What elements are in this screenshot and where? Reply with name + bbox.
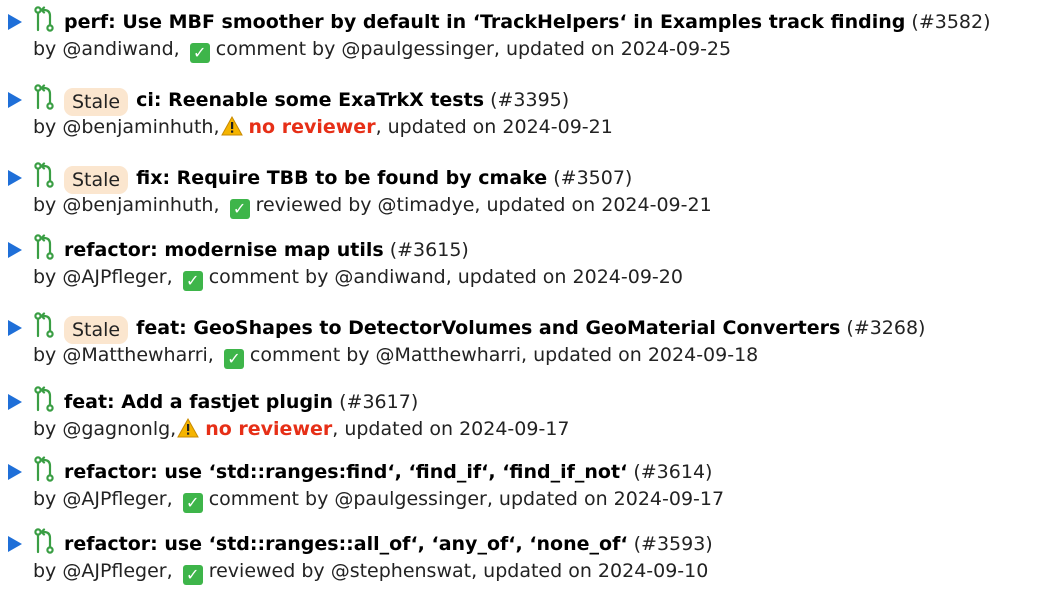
- review-status: reviewed by @timadye: [255, 194, 475, 216]
- triangle-right-icon[interactable]: [8, 318, 22, 342]
- check-mark-icon: ✓: [182, 493, 203, 513]
- triangle-right-icon[interactable]: [8, 392, 22, 416]
- pr-meta-line: by @AJPfleger, ✓ comment by @andiwand, up…: [33, 265, 683, 291]
- pull-request-icon: [34, 386, 54, 418]
- pull-request-icon: [34, 528, 54, 560]
- updated-date: , updated on 2024-09-10: [471, 560, 709, 582]
- triangle-right-icon[interactable]: [8, 534, 22, 558]
- updated-date: , updated on 2024-09-18: [521, 344, 759, 366]
- pr-number[interactable]: (#3268): [846, 317, 925, 339]
- pr-item[interactable]: refactor: use ‘std::ranges:find‘, ‘find_…: [0, 450, 1046, 522]
- triangle-right-icon[interactable]: [8, 90, 22, 114]
- triangle-right-icon[interactable]: [8, 12, 22, 36]
- check-mark-icon: ✓: [189, 43, 210, 63]
- pr-title[interactable]: ci: Reenable some ExaTrkX tests: [136, 89, 484, 111]
- stale-badge: Stale: [64, 316, 129, 344]
- pr-title-line: refactor: use ‘std::ranges:find‘, ‘find_…: [8, 456, 712, 483]
- check-mark-icon: ✓: [223, 349, 244, 369]
- pr-item[interactable]: refactor: modernise map utils (#3615) by …: [0, 228, 1046, 300]
- pr-item[interactable]: Stale ci: Reenable some ExaTrkX tests (#3…: [0, 78, 1046, 150]
- pr-meta-line: by @benjaminhuth, no reviewer, updated on…: [33, 115, 613, 139]
- pr-title-line: refactor: use ‘std::ranges::all_of‘, ‘an…: [8, 528, 713, 555]
- pr-title-line: perf: Use MBF smoother by default in ‘Tr…: [8, 6, 991, 33]
- pr-author: by @benjaminhuth,: [33, 194, 220, 216]
- pr-title-line: Stale feat: GeoShapes to DetectorVolumes …: [8, 312, 925, 344]
- pull-request-icon: [34, 312, 54, 344]
- pr-title[interactable]: fix: Require TBB to be found by cmake: [136, 167, 547, 189]
- pr-item[interactable]: perf: Use MBF smoother by default in ‘Tr…: [0, 0, 1046, 72]
- pr-title-line: feat: Add a fastjet plugin (#3617): [8, 386, 418, 413]
- review-status: comment by @paulgessinger: [215, 38, 494, 60]
- pr-title[interactable]: feat: Add a fastjet plugin: [64, 391, 333, 413]
- triangle-right-icon[interactable]: [8, 168, 22, 192]
- pr-number[interactable]: (#3617): [339, 391, 418, 413]
- pr-item[interactable]: feat: Add a fastjet plugin (#3617) by @ga…: [0, 380, 1046, 452]
- pr-author: by @AJPfleger,: [33, 560, 173, 582]
- pr-meta-line: by @AJPfleger, ✓ comment by @paulgessinge…: [33, 487, 725, 513]
- pr-number[interactable]: (#3593): [634, 533, 713, 555]
- pr-item[interactable]: Stale feat: GeoShapes to DetectorVolumes …: [0, 306, 1046, 378]
- pr-title-line: refactor: modernise map utils (#3615): [8, 234, 469, 261]
- pr-number[interactable]: (#3582): [911, 11, 990, 33]
- pull-request-list: perf: Use MBF smoother by default in ‘Tr…: [0, 0, 1046, 585]
- no-reviewer-status: no reviewer: [205, 418, 333, 440]
- pr-number[interactable]: (#3395): [490, 89, 569, 111]
- pr-author: by @gagnonlg,: [33, 418, 177, 440]
- pr-title[interactable]: feat: GeoShapes to DetectorVolumes and G…: [136, 317, 840, 339]
- warning-icon: [177, 417, 200, 444]
- stale-badge: Stale: [64, 166, 129, 194]
- pull-request-icon: [34, 84, 54, 116]
- pr-author: by @AJPfleger,: [33, 266, 173, 288]
- pr-number[interactable]: (#3507): [553, 167, 632, 189]
- check-mark-icon: ✓: [182, 565, 203, 585]
- warning-icon: [220, 115, 243, 142]
- no-reviewer-status: no reviewer: [248, 116, 376, 138]
- pr-title-line: Stale ci: Reenable some ExaTrkX tests (#3…: [8, 84, 569, 116]
- stale-badge: Stale: [64, 88, 129, 116]
- pr-author: by @AJPfleger,: [33, 488, 173, 510]
- pr-title[interactable]: refactor: use ‘std::ranges:find‘, ‘find_…: [64, 461, 627, 483]
- pr-title-line: Stale fix: Require TBB to be found by cma…: [8, 162, 632, 194]
- pr-item[interactable]: Stale fix: Require TBB to be found by cma…: [0, 156, 1046, 228]
- check-mark-icon: ✓: [182, 271, 203, 291]
- review-status: comment by @Matthewharri: [249, 344, 522, 366]
- pr-meta-line: by @AJPfleger, ✓ reviewed by @stephenswat…: [33, 559, 709, 585]
- pr-title[interactable]: refactor: use ‘std::ranges::all_of‘, ‘an…: [64, 533, 628, 555]
- pull-request-icon: [34, 456, 54, 488]
- pull-request-icon: [34, 6, 54, 38]
- review-status: comment by @paulgessinger: [208, 488, 487, 510]
- pull-request-icon: [34, 234, 54, 266]
- updated-date: , updated on 2024-09-17: [332, 418, 570, 440]
- triangle-right-icon[interactable]: [8, 462, 22, 486]
- updated-date: , updated on 2024-09-17: [486, 488, 725, 510]
- updated-date: , updated on 2024-09-21: [474, 194, 712, 216]
- review-status: comment by @andiwand: [208, 266, 446, 288]
- check-mark-icon: ✓: [229, 199, 250, 219]
- triangle-right-icon[interactable]: [8, 240, 22, 264]
- pr-author: by @Matthewharri,: [33, 344, 214, 366]
- review-status: reviewed by @stephenswat: [208, 560, 472, 582]
- pr-author: by @benjaminhuth,: [33, 116, 220, 138]
- updated-date: , updated on 2024-09-20: [445, 266, 683, 288]
- pr-number[interactable]: (#3614): [633, 461, 712, 483]
- pr-item[interactable]: refactor: use ‘std::ranges::all_of‘, ‘an…: [0, 522, 1046, 594]
- pr-title[interactable]: refactor: modernise map utils: [64, 239, 384, 261]
- updated-date: , updated on 2024-09-21: [375, 116, 613, 138]
- pr-number[interactable]: (#3615): [390, 239, 469, 261]
- pr-meta-line: by @andiwand, ✓ comment by @paulgessinger…: [33, 37, 732, 63]
- pull-request-icon: [34, 162, 54, 194]
- pr-title[interactable]: perf: Use MBF smoother by default in ‘Tr…: [64, 11, 905, 33]
- updated-date: , updated on 2024-09-25: [493, 38, 732, 60]
- pr-meta-line: by @benjaminhuth, ✓ reviewed by @timadye,…: [33, 193, 712, 219]
- pr-meta-line: by @Matthewharri, ✓ comment by @Matthewha…: [33, 343, 759, 369]
- pr-meta-line: by @gagnonlg, no reviewer, updated on 202…: [33, 417, 570, 441]
- pr-author: by @andiwand,: [33, 38, 180, 60]
